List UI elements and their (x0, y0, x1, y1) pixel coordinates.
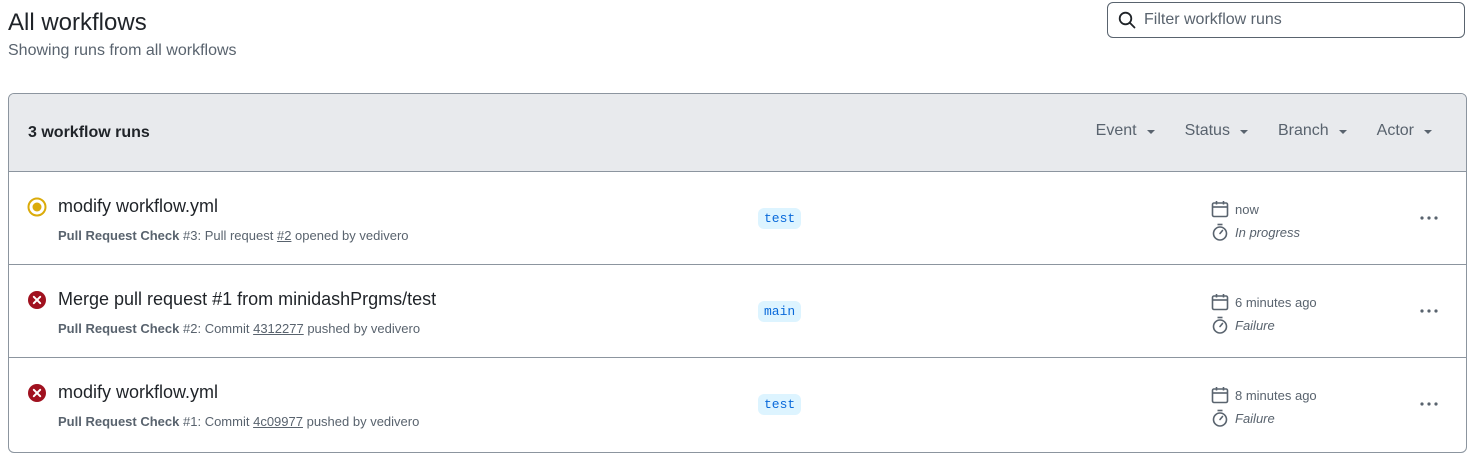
run-when: 8 minutes ago (1235, 387, 1317, 403)
calendar-icon (1211, 387, 1229, 404)
more-options-icon[interactable] (1419, 396, 1439, 412)
caret-down-icon (1424, 130, 1432, 134)
actor-filter-label: Actor (1376, 122, 1414, 139)
run-timestamp: 6 minutes ago (1211, 293, 1317, 311)
in-progress-status-icon (27, 197, 47, 217)
run-actor-text: opened by vedivero (291, 228, 409, 243)
filter-runs-input[interactable] (1144, 11, 1444, 29)
workflow-run-row[interactable]: modify workflow.yml Pull Request Check #… (9, 172, 1466, 265)
page-subtitle: Showing runs from all workflows (8, 42, 237, 59)
run-title-link[interactable]: modify workflow.yml (58, 196, 218, 217)
branch-badge[interactable]: test (758, 208, 802, 229)
stopwatch-icon (1212, 223, 1228, 241)
filter-runs-field[interactable] (1107, 2, 1465, 38)
workflow-run-row[interactable]: modify workflow.yml Pull Request Check #… (9, 358, 1466, 451)
failure-status-icon (28, 291, 46, 309)
run-number: #1 (183, 414, 198, 429)
branch-filter-menu[interactable]: Branch (1278, 122, 1347, 140)
branch-badge[interactable]: main (758, 301, 802, 322)
run-duration-text: Failure (1235, 410, 1275, 426)
run-number: #3 (183, 228, 198, 243)
status-filter-label: Status (1184, 122, 1230, 139)
run-actor-text: pushed by vedivero (303, 321, 421, 336)
commit-link[interactable]: 4c09977 (253, 414, 303, 429)
actor-filter-menu[interactable]: Actor (1377, 122, 1432, 140)
run-timestamp: now (1211, 200, 1259, 218)
stopwatch-icon (1212, 409, 1228, 427)
workflow-name: Pull Request Check (58, 414, 180, 429)
run-trigger-text: : Commit (197, 414, 254, 429)
run-meta: Pull Request Check #2: Commit 4312277 pu… (58, 321, 420, 336)
caret-down-icon (1239, 130, 1248, 134)
run-number: #2 (183, 321, 198, 336)
status-filter-menu[interactable]: Status (1185, 122, 1248, 140)
run-timestamp: 8 minutes ago (1211, 386, 1317, 404)
run-duration: Failure (1211, 316, 1275, 334)
run-when: now (1235, 201, 1259, 217)
run-trigger-text: : Pull request (197, 228, 277, 243)
workflow-name: Pull Request Check (58, 321, 180, 336)
calendar-icon (1211, 294, 1229, 311)
event-filter-label: Event (1095, 122, 1137, 139)
run-duration-text: In progress (1235, 224, 1301, 240)
calendar-icon (1211, 201, 1229, 218)
branch-filter-label: Branch (1277, 122, 1329, 139)
run-meta: Pull Request Check #3: Pull request #2 o… (58, 228, 409, 243)
run-when: 6 minutes ago (1235, 294, 1317, 310)
run-title-link[interactable]: Merge pull request #1 from minidashPrgms… (58, 289, 436, 310)
run-meta: Pull Request Check #1: Commit 4c09977 pu… (58, 414, 419, 429)
run-duration: Failure (1211, 409, 1275, 427)
failure-status-icon (28, 384, 46, 402)
event-filter-menu[interactable]: Event (1096, 122, 1155, 140)
workflow-run-row[interactable]: Merge pull request #1 from minidashPrgms… (9, 265, 1466, 358)
workflow-runs-header: 3 workflow runs Event Status Branch Acto… (9, 94, 1466, 172)
branch-badge[interactable]: test (758, 394, 802, 415)
workflow-name: Pull Request Check (58, 228, 180, 243)
run-trigger-text: : Commit (197, 321, 254, 336)
stopwatch-icon (1212, 316, 1228, 334)
page-title: All workflows (8, 9, 147, 36)
workflow-runs-panel: 3 workflow runs Event Status Branch Acto… (8, 93, 1467, 453)
run-title-link[interactable]: modify workflow.yml (58, 382, 218, 403)
more-options-icon[interactable] (1419, 210, 1439, 226)
caret-down-icon (1146, 130, 1155, 134)
commit-link[interactable]: 4312277 (253, 321, 304, 336)
caret-down-icon (1338, 130, 1347, 134)
search-icon (1118, 11, 1136, 29)
filter-menus: Event Status Branch Actor (1096, 122, 1432, 140)
run-duration: In progress (1211, 223, 1300, 241)
run-actor-text: pushed by vedivero (302, 414, 420, 429)
run-duration-text: Failure (1235, 317, 1275, 333)
workflow-runs-count: 3 workflow runs (28, 124, 150, 141)
more-options-icon[interactable] (1419, 303, 1439, 319)
pull-request-link[interactable]: #2 (277, 228, 291, 243)
